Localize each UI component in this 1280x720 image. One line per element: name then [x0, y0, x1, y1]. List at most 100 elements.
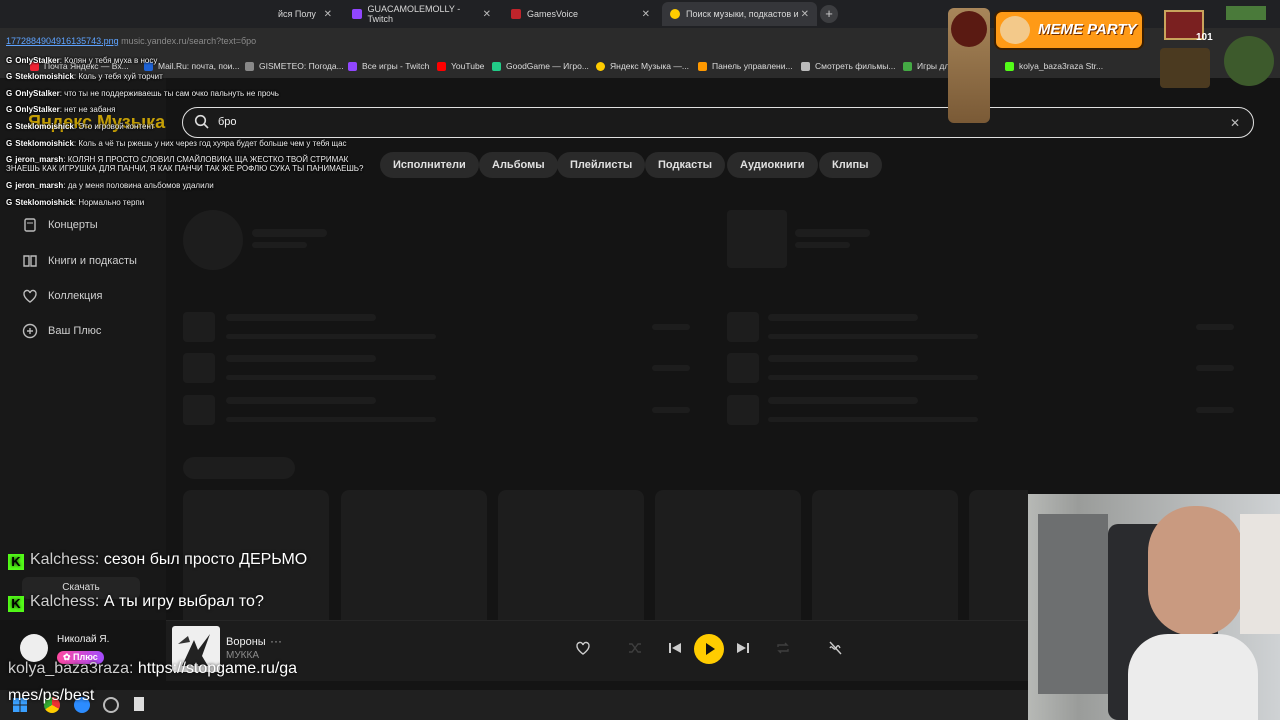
clear-search-icon[interactable]: ✕: [1230, 116, 1240, 130]
skeleton-line: [1196, 365, 1234, 371]
close-icon[interactable]: ✕: [801, 9, 809, 20]
url-text[interactable]: 1772884904916135743.png music.yandex.ru/…: [6, 36, 256, 46]
meme-party-label: MEME PARTY: [1038, 21, 1137, 38]
search-input[interactable]: бро: [218, 116, 237, 128]
skeleton-line: [652, 407, 690, 413]
sidebar-item-collection[interactable]: Коллекция: [22, 288, 102, 304]
skeleton-line: [226, 375, 436, 380]
like-icon[interactable]: [575, 640, 591, 656]
sidebar-item-plus[interactable]: Ваш Плюс: [22, 323, 101, 339]
skeleton-line: [768, 397, 918, 404]
tab-1[interactable]: GUACAMOLEMOLLY - Twitch ✕: [344, 2, 499, 26]
chat-message: Gjeron_marsh: да у меня половина альбомо…: [6, 181, 214, 190]
skeleton-line: [226, 417, 436, 422]
close-icon[interactable]: ✕: [324, 9, 332, 20]
skeleton-line: [795, 229, 870, 237]
sidebar-item-label: Концерты: [48, 219, 98, 231]
skeleton-line: [768, 375, 978, 380]
skeleton-line: [652, 365, 690, 371]
bookmark-9[interactable]: Игры для: [903, 61, 954, 71]
skeleton-track-cover: [727, 312, 759, 342]
close-icon[interactable]: ✕: [642, 9, 650, 20]
ticket-icon: [24, 218, 36, 232]
sidebar-item-books[interactable]: Книги и подкасты: [22, 253, 137, 269]
skeleton-card: [655, 490, 801, 620]
skeleton-track-cover: [183, 353, 215, 383]
person-shirt: [1128, 634, 1258, 720]
skeleton-track-cover: [727, 395, 759, 425]
bookmark-3[interactable]: Все игры - Twitch: [348, 61, 429, 71]
bookmark-2[interactable]: GISMETEO: Погода...: [245, 61, 344, 71]
url-value: music.yandex.ru/search?text=бро: [121, 36, 257, 46]
close-icon[interactable]: ✕: [483, 9, 491, 20]
bookmark-8[interactable]: Смотреть фильмы...: [801, 61, 895, 71]
tab-0[interactable]: йся Полу ✕: [270, 2, 340, 26]
kick-icon: K: [8, 596, 24, 612]
tab-label: GUACAMOLEMOLLY - Twitch: [367, 4, 461, 24]
person-head: [1148, 506, 1244, 636]
track-title[interactable]: Вороны: [226, 636, 266, 648]
tab-2[interactable]: GamesVoice ✕: [503, 2, 658, 26]
play-button[interactable]: [694, 634, 724, 664]
sidebar-item-concerts[interactable]: Концерты: [22, 217, 98, 233]
chat-message: ЗНАЕШЬ КАК ИГРУШКА ДЛЯ ПАНЧИ, Я КАК ПАНЧ…: [6, 164, 364, 173]
book-icon: [23, 255, 37, 267]
seal-icon: [951, 11, 987, 47]
obs-icon[interactable]: [103, 697, 119, 713]
twitch-icon: [352, 9, 362, 19]
wave-off-icon[interactable]: [827, 640, 843, 656]
filter-clips[interactable]: Клипы: [819, 152, 882, 178]
chat-message: G Steklomoishick: Нормально терпи: [6, 198, 145, 207]
previous-icon[interactable]: [667, 640, 683, 656]
heart-icon: [23, 289, 37, 303]
kick-icon: K: [8, 554, 24, 570]
bookmark-7[interactable]: Панель управлени...: [698, 61, 793, 71]
file-icon[interactable]: [134, 697, 144, 711]
tab-3[interactable]: Поиск музыки, подкастов и ау✕: [662, 2, 817, 26]
big-chat-message: K Kalchess: А ты игру выбрал то?: [8, 593, 264, 612]
bag-icon: [1160, 48, 1210, 88]
skeleton-line: [226, 397, 376, 404]
repeat-icon[interactable]: [775, 640, 791, 656]
medals-overlay: 101: [1160, 6, 1278, 90]
search-field[interactable]: [182, 107, 1254, 138]
shuffle-icon[interactable]: [627, 640, 643, 656]
chat-message: G OnlyStalker: Колян у тебя муха в носу: [6, 56, 158, 65]
skeleton-card: [498, 490, 644, 620]
skeleton-card: [812, 490, 958, 620]
big-chat-message: kolya_baza3raza: https://stopgame.ru/ga: [8, 660, 298, 677]
bookmark-4[interactable]: YouTube: [437, 61, 484, 71]
bookmark-5[interactable]: GoodGame — Игро...: [492, 61, 589, 71]
skeleton-line: [226, 355, 376, 362]
filter-albums[interactable]: Альбомы: [479, 152, 558, 178]
skeleton-line: [795, 242, 850, 248]
filter-podcasts[interactable]: Подкасты: [645, 152, 725, 178]
filter-playlists[interactable]: Плейлисты: [557, 152, 646, 178]
next-icon[interactable]: [735, 640, 751, 656]
bookmark-10[interactable]: kolya_baza3raza Str...: [1005, 61, 1103, 71]
bookmark-6[interactable]: Яндекс Музыка —...: [596, 61, 689, 71]
skeleton-track-cover: [727, 353, 759, 383]
chat-message: G OnlyStalker: что ты не поддерживаешь ты…: [6, 89, 279, 98]
filter-artists[interactable]: Исполнители: [380, 152, 479, 178]
skeleton-line: [652, 324, 690, 330]
new-tab-button[interactable]: +: [820, 5, 838, 23]
avatar[interactable]: [20, 634, 48, 662]
more-options-icon[interactable]: ···: [270, 634, 282, 648]
play-icon: [706, 643, 715, 655]
sidebar-item-label: Коллекция: [48, 290, 103, 302]
treadmill: [1038, 514, 1108, 694]
big-chat-message: mes/ps/best: [8, 687, 95, 704]
plus-icon: [22, 323, 38, 339]
overlay-filename: 1772884904916135743.png: [6, 36, 119, 46]
scroll-seal-overlay: [948, 8, 990, 123]
bookmark-1[interactable]: Mail.Ru: почта, пои...: [144, 61, 240, 71]
skeleton-track-cover: [183, 312, 215, 342]
user-name[interactable]: Николай Я.: [57, 634, 109, 645]
skeleton-cover: [727, 210, 787, 268]
filter-audiobooks[interactable]: Аудиокниги: [727, 152, 818, 178]
chat-message: G Steklomoishick: Коль а чё ты ржешь у ни…: [6, 139, 347, 148]
gamesvoice-icon: [511, 9, 521, 19]
big-chat-message: K Kalchess: сезон был просто ДЕРЬМО: [8, 551, 307, 570]
skeleton-line: [1196, 324, 1234, 330]
